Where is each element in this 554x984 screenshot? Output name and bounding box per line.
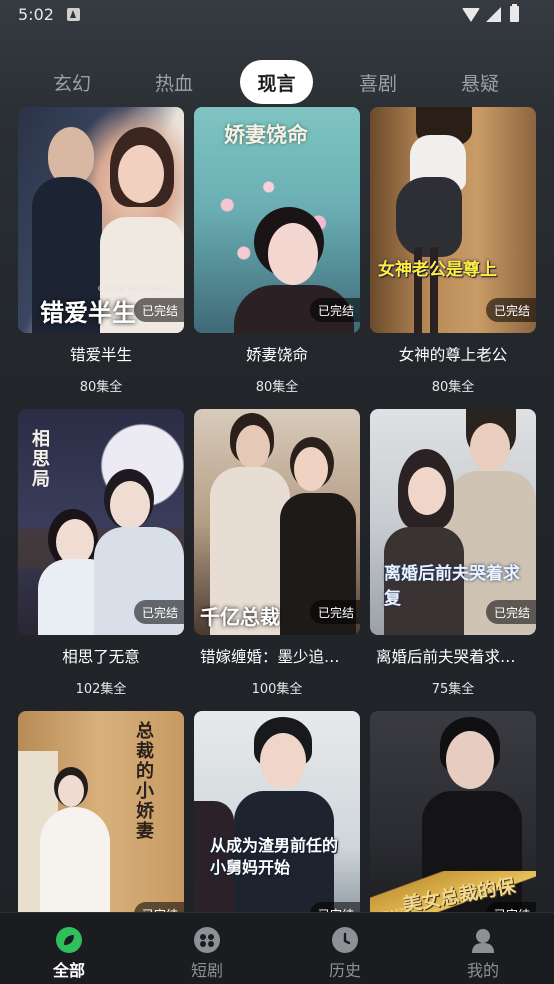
drama-card[interactable]: 美女总裁的保镖 BEAUTY 已完结 (370, 711, 536, 937)
drama-card[interactable]: 女神老公是尊上 已完结 女神的尊上老公 80集全 (370, 107, 536, 396)
battery-icon (510, 4, 519, 22)
drama-card[interactable]: 离婚后前夫哭着求复 已完结 离婚后前夫哭着求复婚 75集全 (370, 409, 536, 698)
drama-title: 错嫁缠婚：墨少追妻火葬场 (200, 648, 360, 666)
nav-item-all[interactable]: 全部 (0, 913, 138, 984)
notification-a-icon (67, 8, 80, 21)
drama-title: 相思了无意 (62, 648, 140, 666)
poster-title-text: 女神老公是尊上 (378, 260, 497, 280)
drama-episodes: 80集全 (255, 380, 299, 395)
clock-icon (332, 927, 358, 953)
drama-title: 娇妻饶命 (245, 346, 308, 364)
drama-title: 错爱半生 (69, 346, 132, 364)
status-badge: 已完结 (485, 298, 536, 322)
poster-title-text: 娇妻饶命 (224, 122, 308, 147)
drama-poster: 错爱半生 CUO AI BAN SHENG 已完结 (18, 107, 184, 333)
drama-episodes: 80集全 (79, 380, 123, 395)
bottom-navigation: 全部 短剧 历史 我的 (0, 912, 554, 984)
cell-signal-icon (486, 7, 501, 22)
user-icon (470, 927, 496, 953)
drama-poster: 女神老公是尊上 已完结 (370, 107, 536, 333)
tab-xianyan[interactable]: 现言 (240, 60, 313, 104)
category-tabs: 玄幻 热血 现言 喜剧 悬疑 (0, 60, 554, 106)
drama-card[interactable]: 错爱半生 CUO AI BAN SHENG 已完结 错爱半生 80集全 (18, 107, 184, 396)
tab-rexue[interactable]: 热血 (132, 60, 216, 104)
nav-label: 短剧 (190, 961, 223, 980)
drama-card[interactable]: 从成为渣男前任的小舅妈开始 已完结 (194, 711, 360, 937)
drama-card[interactable]: 相思局 已完结 相思了无意 102集全 (18, 409, 184, 698)
nav-item-profile[interactable]: 我的 (414, 913, 552, 984)
status-badge: 已完结 (133, 298, 184, 322)
status-time: 5:02 (18, 5, 54, 24)
poster-subtitle-text: CUO AI BAN SHENG (98, 285, 174, 293)
poster-title-text: 总裁的小娇妻 (133, 721, 154, 841)
drama-episodes: 102集全 (75, 682, 127, 697)
status-badge: 已完结 (309, 298, 360, 322)
poster-title-text: 千亿总裁 (200, 605, 280, 629)
poster-title-text: 相思局 (29, 429, 50, 489)
status-badge: 已完结 (133, 600, 184, 624)
film-reel-icon (194, 927, 220, 953)
status-badge: 已完结 (309, 600, 360, 624)
drama-poster: 娇妻饶命 已完结 (194, 107, 360, 333)
drama-card[interactable]: 娇妻饶命 已完结 娇妻饶命 80集全 (194, 107, 360, 396)
status-bar: 5:02 (0, 0, 554, 32)
nav-item-shorts[interactable]: 短剧 (138, 913, 276, 984)
nav-label: 我的 (466, 961, 499, 980)
tab-xuanyi[interactable]: 悬疑 (438, 60, 522, 104)
nav-label: 全部 (52, 961, 85, 980)
poster-title-text: 从成为渣男前任的小舅妈开始 (210, 836, 339, 877)
drama-card[interactable]: 总裁的小娇妻 已完结 (18, 711, 184, 937)
nav-item-history[interactable]: 历史 (276, 913, 414, 984)
poster-title-text: 错爱半生 (40, 298, 136, 327)
wifi-icon (462, 8, 480, 22)
nav-label: 历史 (328, 961, 361, 980)
app-screen: 5:02 玄幻 热血 现言 喜剧 悬疑 错爱半生 CUO AI BAN SHEN… (0, 0, 554, 984)
tab-xuanhuan[interactable]: 玄幻 (30, 60, 114, 104)
drama-episodes: 75集全 (431, 682, 475, 697)
drama-episodes: 100集全 (251, 682, 303, 697)
drama-poster: 离婚后前夫哭着求复 已完结 (370, 409, 536, 635)
drama-poster: 相思局 已完结 (18, 409, 184, 635)
drama-poster: 总裁的小娇妻 已完结 (18, 711, 184, 937)
leaf-icon (56, 927, 82, 953)
drama-episodes: 80集全 (431, 380, 475, 395)
drama-title: 离婚后前夫哭着求复婚 (376, 648, 532, 666)
drama-card[interactable]: 千亿总裁 已完结 错嫁缠婚：墨少追妻火葬场 100集全 (194, 409, 360, 698)
drama-poster: 美女总裁的保镖 BEAUTY 已完结 (370, 711, 536, 937)
drama-title: 女神的尊上老公 (398, 346, 508, 364)
drama-poster: 从成为渣男前任的小舅妈开始 已完结 (194, 711, 360, 937)
drama-poster: 千亿总裁 已完结 (194, 409, 360, 635)
tab-xiju[interactable]: 喜剧 (336, 60, 420, 104)
status-badge: 已完结 (485, 600, 536, 624)
